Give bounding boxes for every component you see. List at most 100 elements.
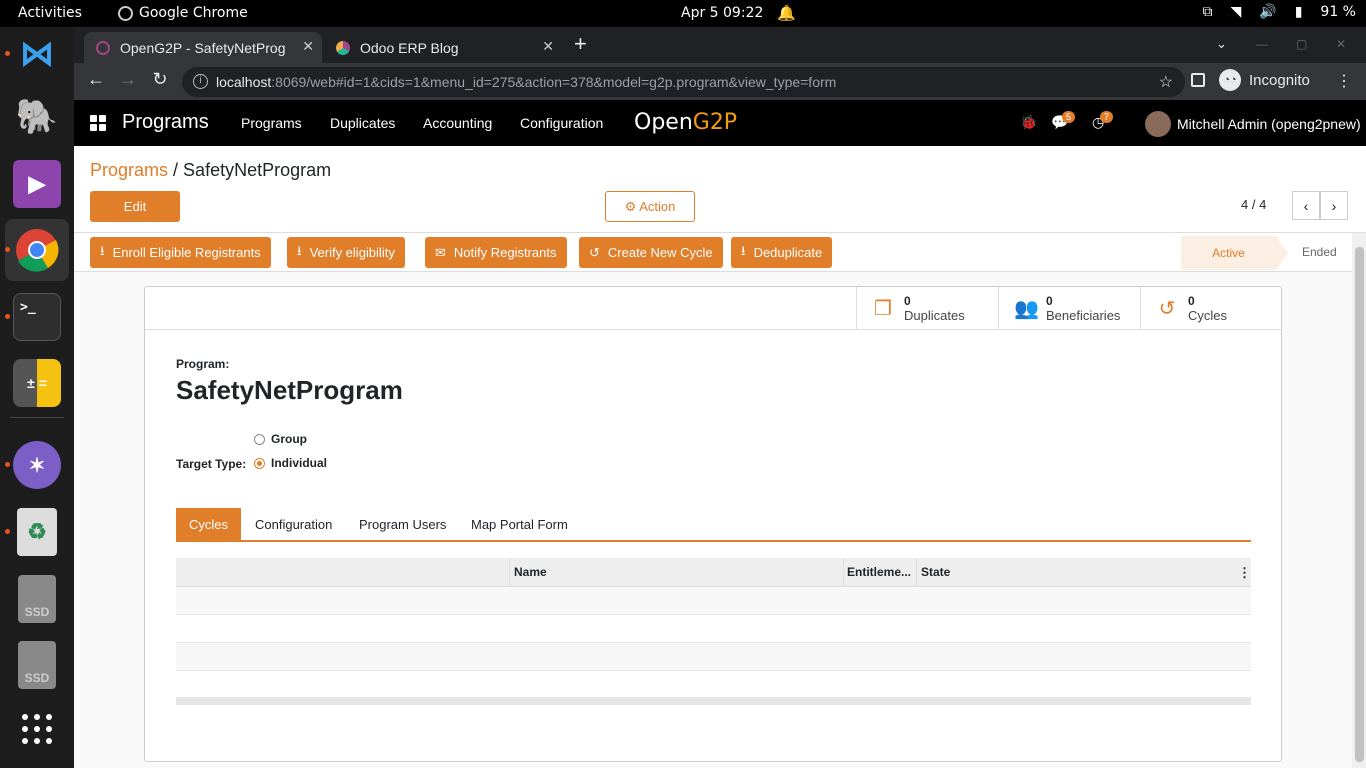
tab-cycles[interactable]: Cycles xyxy=(176,508,242,540)
chrome-icon xyxy=(118,5,133,21)
incognito-label: Incognito xyxy=(1249,71,1310,89)
pager-next-icon[interactable]: › xyxy=(1320,191,1348,220)
beneficiaries-stat-button[interactable]: 👥 0 Beneficiaries xyxy=(998,287,1140,330)
postgresql-icon[interactable]: 🐘 xyxy=(13,93,61,141)
target-type-label: Target Type: xyxy=(176,457,247,471)
column-entitlement[interactable]: Entitleme... xyxy=(847,565,911,579)
form-sheet: ❐ 0 Duplicates 👥 0 Beneficiaries ↺ 0 Cycles… xyxy=(144,286,1282,762)
list-header: Name Entitleme... State ⋮ xyxy=(176,558,1251,587)
menu-duplicates[interactable]: Duplicates xyxy=(330,115,395,131)
clock[interactable]: Apr 5 09:22 xyxy=(681,5,763,21)
forward-arrow-icon[interactable]: → xyxy=(116,69,140,90)
cycles-stat-button[interactable]: ↺ 0 Cycles xyxy=(1140,287,1282,330)
app-switcher-icon[interactable] xyxy=(90,115,106,131)
tab-title: Odoo ERP Blog xyxy=(360,39,459,56)
user-name: Mitchell Admin (openg2pnew) xyxy=(1177,116,1361,132)
stage-active[interactable]: Active xyxy=(1181,236,1288,270)
browser-menu-icon[interactable]: ⋮ xyxy=(1336,71,1352,91)
table-row xyxy=(176,643,1251,671)
close-tab-icon[interactable]: ✕ xyxy=(302,38,314,55)
breadcrumb: Programs / SafetyNetProgram xyxy=(90,160,331,181)
running-indicator xyxy=(5,247,10,252)
tab-configuration[interactable]: Configuration xyxy=(242,508,345,540)
system-top-bar: Activities Google Chrome Apr 5 09:22 🔔 ⧉… xyxy=(0,0,1366,27)
browser-tab-strip: OpenG2P - SafetyNetProg ✕ Odoo ERP Blog … xyxy=(74,27,1366,63)
url-host: localhost xyxy=(216,74,272,90)
side-panel-icon[interactable] xyxy=(1191,73,1205,87)
network-icon: ⧉ xyxy=(1202,4,1213,20)
back-arrow-icon[interactable]: ← xyxy=(84,69,108,90)
app-title[interactable]: Programs xyxy=(122,111,209,134)
tab-program-users[interactable]: Program Users xyxy=(346,508,459,540)
ssd-drive-icon[interactable]: SSD xyxy=(18,575,56,623)
download-icon: ⭳ xyxy=(741,242,746,258)
list-footer xyxy=(176,697,1251,705)
battery-icon: ▮ xyxy=(1294,4,1303,20)
trash-icon[interactable]: ♻ xyxy=(17,508,57,556)
enroll-eligible-registrants-button[interactable]: ⭳ Enroll Eligible Registrants xyxy=(90,237,271,268)
target-type-option-individual[interactable]: Individual xyxy=(254,456,327,470)
debug-bug-icon[interactable]: 🐞 xyxy=(1020,114,1037,131)
openg2p-logo: OpenG2P xyxy=(634,110,738,135)
close-tab-icon[interactable]: ✕ xyxy=(542,38,554,55)
chrome-dock-icon[interactable] xyxy=(13,226,61,274)
duplicates-stat-button[interactable]: ❐ 0 Duplicates xyxy=(856,287,998,330)
bookmark-star-icon[interactable]: ☆ xyxy=(1159,72,1173,92)
system-tray[interactable]: ⧉ ◥ 🔊 ▮ 91 % xyxy=(1202,4,1356,20)
menu-accounting[interactable]: Accounting xyxy=(423,115,492,131)
tab-map-portal-form[interactable]: Map Portal Form xyxy=(458,508,581,540)
terminal-icon[interactable]: >_ xyxy=(13,293,61,341)
site-info-icon[interactable]: i xyxy=(193,74,208,89)
network-app-icon[interactable]: ✶ xyxy=(13,441,61,489)
stage-ended[interactable]: Ended xyxy=(1302,245,1337,259)
scrollbar-thumb[interactable] xyxy=(1355,247,1364,762)
pager-previous-icon[interactable]: ‹ xyxy=(1292,191,1320,220)
verify-eligibility-button[interactable]: ⭳ Verify eligibility xyxy=(287,237,405,268)
target-type-option-group[interactable]: Group xyxy=(254,432,307,446)
menu-programs[interactable]: Programs xyxy=(241,115,302,131)
calculator-icon[interactable]: ± = xyxy=(13,359,61,407)
browser-tab[interactable]: Odoo ERP Blog ✕ xyxy=(324,32,562,63)
new-tab-button[interactable]: + xyxy=(574,33,587,55)
radio-unchecked xyxy=(254,433,265,445)
optional-columns-icon[interactable]: ⋮ xyxy=(1238,565,1251,581)
users-icon: 👥 xyxy=(1014,298,1039,320)
page-scrollbar[interactable] xyxy=(1352,233,1366,768)
pager-value[interactable]: 4 / 4 xyxy=(1241,197,1266,212)
maximize-icon[interactable]: ▢ xyxy=(1296,37,1307,51)
tab-search-icon[interactable]: ⌄ xyxy=(1216,36,1227,52)
tab-title: OpenG2P - SafetyNetProg xyxy=(120,39,286,56)
column-name[interactable]: Name xyxy=(514,565,547,579)
create-new-cycle-button[interactable]: ↺ Create New Cycle xyxy=(579,237,723,268)
deduplicate-button[interactable]: ⭳ Deduplicate xyxy=(731,237,833,268)
address-bar[interactable]: i localhost:8069/web#id=1&cids=1&menu_id… xyxy=(182,67,1185,97)
activities-button[interactable]: Activities xyxy=(18,5,82,21)
odoo-navbar: Programs Programs Duplicates Accounting … xyxy=(74,100,1366,146)
menu-configuration[interactable]: Configuration xyxy=(520,115,603,131)
close-window-icon[interactable]: ✕ xyxy=(1336,37,1346,51)
column-state[interactable]: State xyxy=(921,565,950,579)
url-path: :8069/web#id=1&cids=1&menu_id=275&action… xyxy=(271,74,837,90)
notify-registrants-button[interactable]: ✉ Notify Registrants xyxy=(425,237,567,268)
smart-button-box: ❐ 0 Duplicates 👥 0 Beneficiaries ↺ 0 Cycles xyxy=(145,287,1281,330)
odoo-favicon-icon xyxy=(336,40,350,55)
reload-icon[interactable]: ↻ xyxy=(148,69,172,90)
activities-count-badge: 7 xyxy=(1100,111,1114,123)
action-button[interactable]: ⚙ Action xyxy=(605,191,695,222)
form-content: ❐ 0 Duplicates 👥 0 Beneficiaries ↺ 0 Cycles… xyxy=(74,272,1352,768)
show-apps-icon[interactable] xyxy=(13,705,61,753)
incognito-indicator[interactable]: ◔◔ Incognito xyxy=(1219,69,1310,91)
dock-separator xyxy=(10,417,64,418)
ssd-drive-icon[interactable]: SSD xyxy=(18,641,56,689)
volume-icon: 🔊 xyxy=(1259,4,1277,20)
browser-tab-active[interactable]: OpenG2P - SafetyNetProg ✕ xyxy=(84,32,322,63)
user-menu[interactable]: Mitchell Admin (openg2pnew) xyxy=(1145,111,1361,137)
breadcrumb-programs-link[interactable]: Programs xyxy=(90,160,168,180)
edit-button[interactable]: Edit xyxy=(90,191,180,222)
running-indicator xyxy=(5,314,10,319)
minimize-icon[interactable]: — xyxy=(1256,37,1268,51)
active-app-indicator[interactable]: Google Chrome xyxy=(118,5,248,21)
media-player-icon[interactable]: ▶ xyxy=(13,160,61,208)
vscode-icon[interactable]: ⋈ xyxy=(13,30,61,78)
radio-checked xyxy=(254,457,265,469)
